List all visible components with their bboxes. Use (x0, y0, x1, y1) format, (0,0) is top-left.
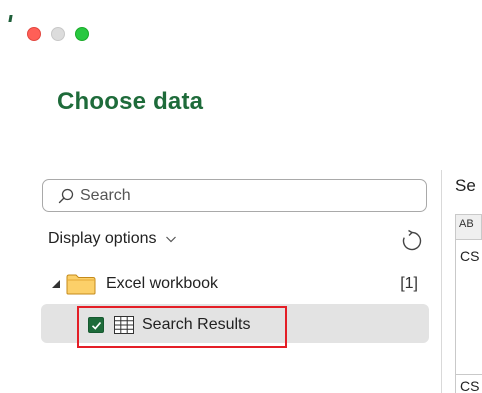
refresh-icon[interactable] (399, 228, 425, 254)
preview-title: Se (455, 176, 476, 195)
tree-item-excel-workbook[interactable]: Excel workbook [1] (48, 270, 428, 298)
search-icon (58, 188, 74, 204)
expand-triangle-icon[interactable] (48, 279, 64, 289)
text-type-icon-label: AB (459, 218, 474, 230)
display-options-dropdown[interactable]: Display options (48, 230, 177, 248)
pane-divider[interactable] (441, 170, 442, 393)
chevron-down-icon (165, 233, 177, 245)
item-count-badge: [1] (400, 275, 418, 292)
window-maximize-button[interactable] (75, 27, 89, 41)
app-corner-mark (8, 15, 13, 22)
preview-cell: CS (460, 378, 480, 393)
preview-cell: CS (460, 248, 480, 264)
selection-highlight (77, 306, 287, 348)
page-title: Choose data (57, 88, 204, 115)
display-options-label: Display options (48, 230, 157, 247)
tree-item-label: Excel workbook (106, 275, 219, 292)
search-field[interactable] (42, 179, 427, 212)
window-close-button[interactable] (27, 27, 41, 41)
search-input[interactable] (80, 186, 380, 205)
folder-icon (66, 273, 96, 295)
text-type-icon: AB (459, 219, 474, 230)
window-minimize-button[interactable] (51, 27, 65, 41)
preview-grid-line (455, 374, 482, 375)
